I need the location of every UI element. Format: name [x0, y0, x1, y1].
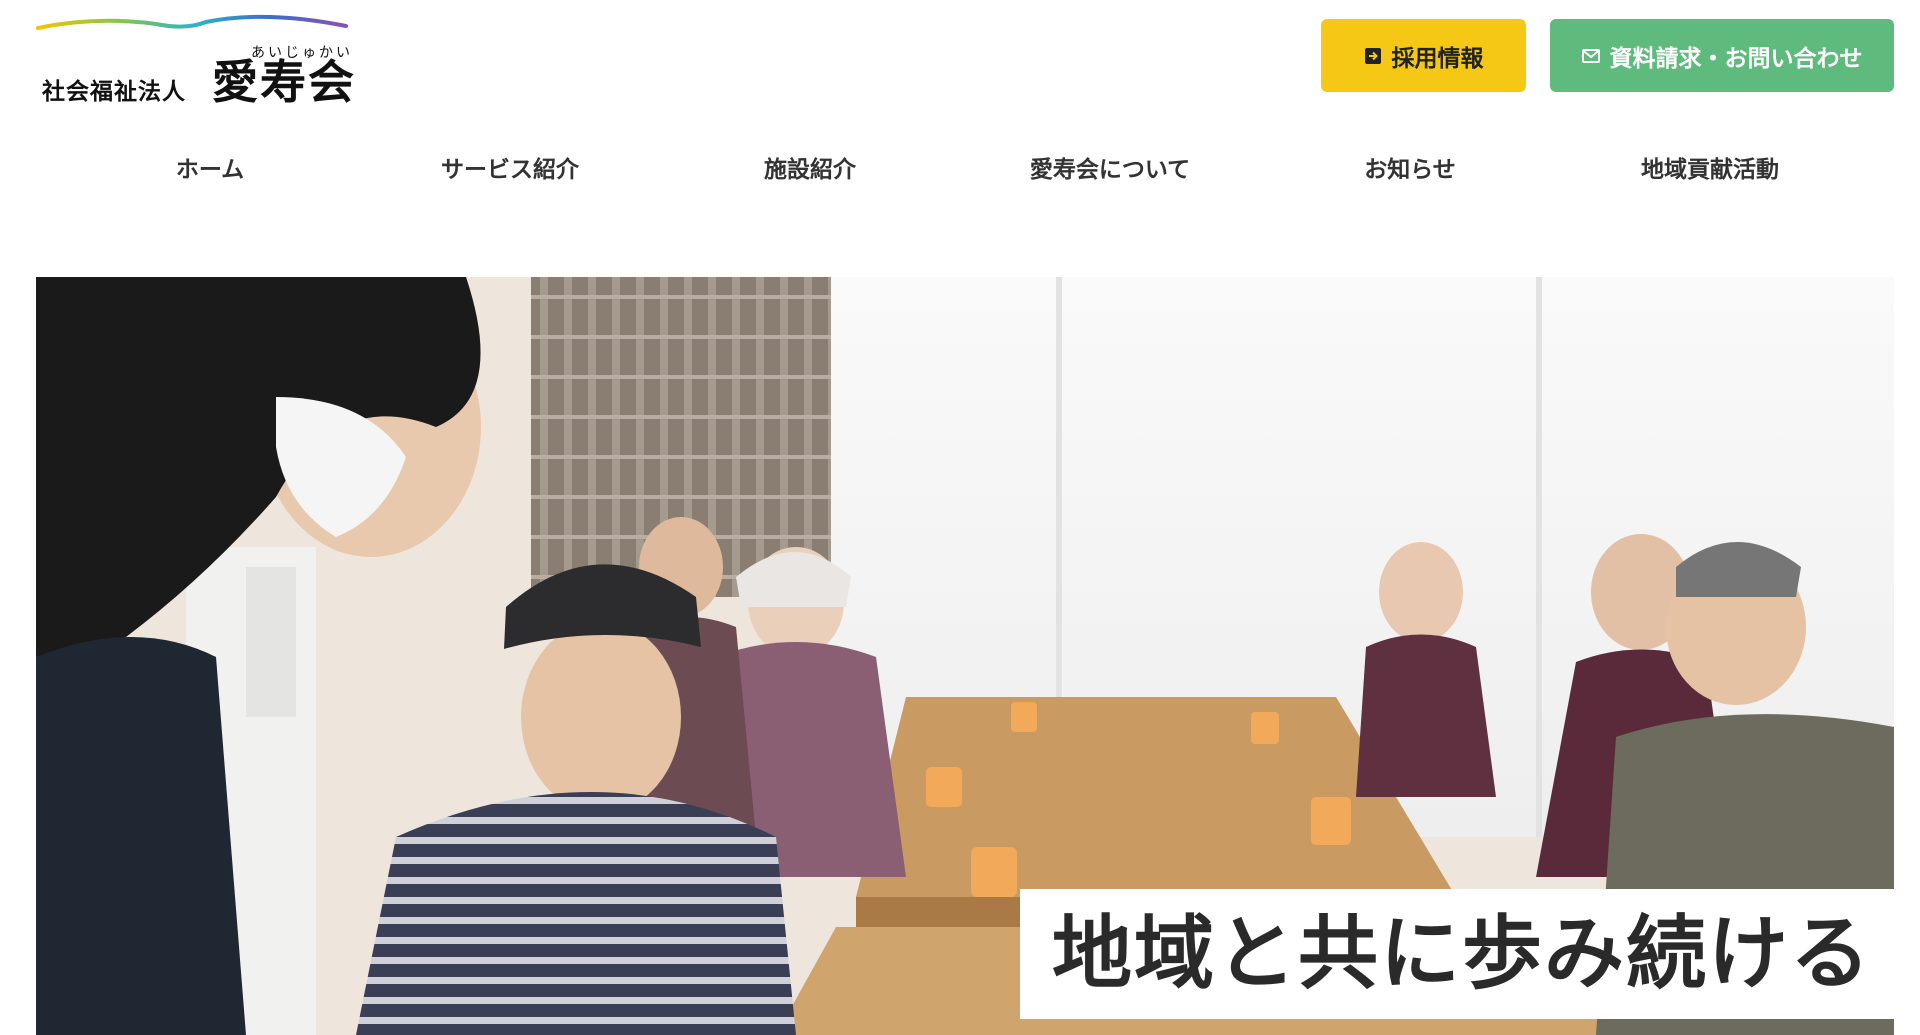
- arrow-right-box-icon: [1364, 47, 1381, 64]
- recruit-button-label: 採用情報: [1391, 45, 1484, 72]
- logo-prefix-text: 社会福祉法人: [42, 78, 186, 105]
- mail-icon: [1581, 48, 1600, 63]
- nav-item-news[interactable]: お知らせ: [1260, 145, 1560, 195]
- hero-caption-box: 地域と共に歩み続ける: [1020, 889, 1894, 1019]
- site-header: あいじゅかい 社会福祉法人 愛寿会 採用情報 資料請求・お問い合わせ: [0, 0, 1920, 110]
- contact-button[interactable]: 資料請求・お問い合わせ: [1550, 19, 1894, 92]
- nav-item-facilities[interactable]: 施設紹介: [660, 145, 960, 195]
- nav-item-about[interactable]: 愛寿会について: [960, 145, 1260, 195]
- nav-item-home[interactable]: ホーム: [60, 145, 360, 195]
- hero-caption: 地域と共に歩み続ける: [1052, 907, 1872, 1000]
- recruit-button[interactable]: 採用情報: [1321, 19, 1526, 92]
- site-logo[interactable]: あいじゅかい 社会福祉法人 愛寿会: [36, 14, 356, 109]
- logo-name-text: 愛寿会: [212, 55, 356, 109]
- nav-item-community[interactable]: 地域貢献活動: [1560, 145, 1860, 195]
- nav-item-services[interactable]: サービス紹介: [360, 145, 660, 195]
- main-nav: ホーム サービス紹介 施設紹介 愛寿会について お知らせ 地域貢献活動: [60, 145, 1860, 195]
- contact-button-label: 資料請求・お問い合わせ: [1609, 45, 1863, 72]
